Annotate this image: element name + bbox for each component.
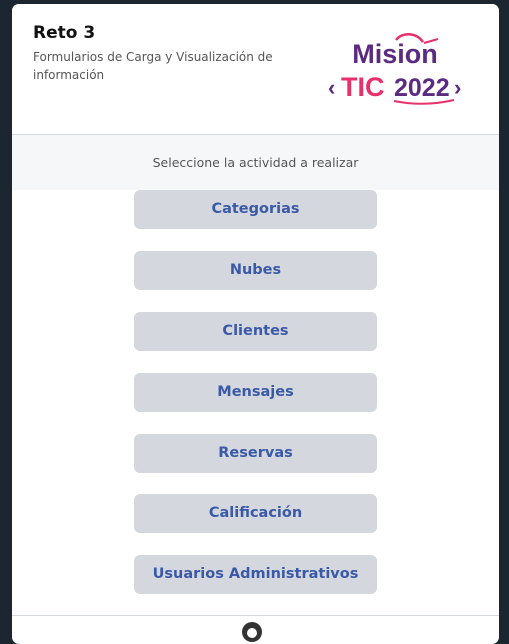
- page-subtitle: Formularios de Carga y Visualización de …: [33, 50, 273, 82]
- svg-text:Mision: Mision: [352, 39, 438, 69]
- svg-text:‹: ‹: [328, 75, 335, 100]
- usuarios-administrativos-button[interactable]: Usuarios Administrativos: [134, 555, 377, 594]
- activity-prompt: Seleccione la actividad a realizar: [12, 135, 499, 190]
- github-icon[interactable]: [241, 621, 263, 643]
- calificacion-button[interactable]: Calificación: [134, 494, 377, 533]
- svg-text:2022: 2022: [394, 74, 450, 102]
- mision-tic-logo: Mision ‹ TIC 2022 ›: [328, 33, 461, 105]
- reservas-button[interactable]: Reservas: [134, 434, 377, 473]
- page-title: Reto 3: [33, 23, 96, 43]
- clientes-button[interactable]: Clientes: [134, 312, 377, 351]
- footer-divider: [12, 615, 499, 616]
- nubes-button[interactable]: Nubes: [134, 251, 377, 290]
- svg-text:TIC: TIC: [341, 72, 385, 102]
- header: Reto 3 Formularios de Carga y Visualizac…: [12, 4, 499, 135]
- categorias-button[interactable]: Categorias: [134, 190, 377, 229]
- svg-text:›: ›: [454, 75, 461, 100]
- main-card: Reto 3 Formularios de Carga y Visualizac…: [12, 4, 499, 644]
- mensajes-button[interactable]: Mensajes: [134, 373, 377, 412]
